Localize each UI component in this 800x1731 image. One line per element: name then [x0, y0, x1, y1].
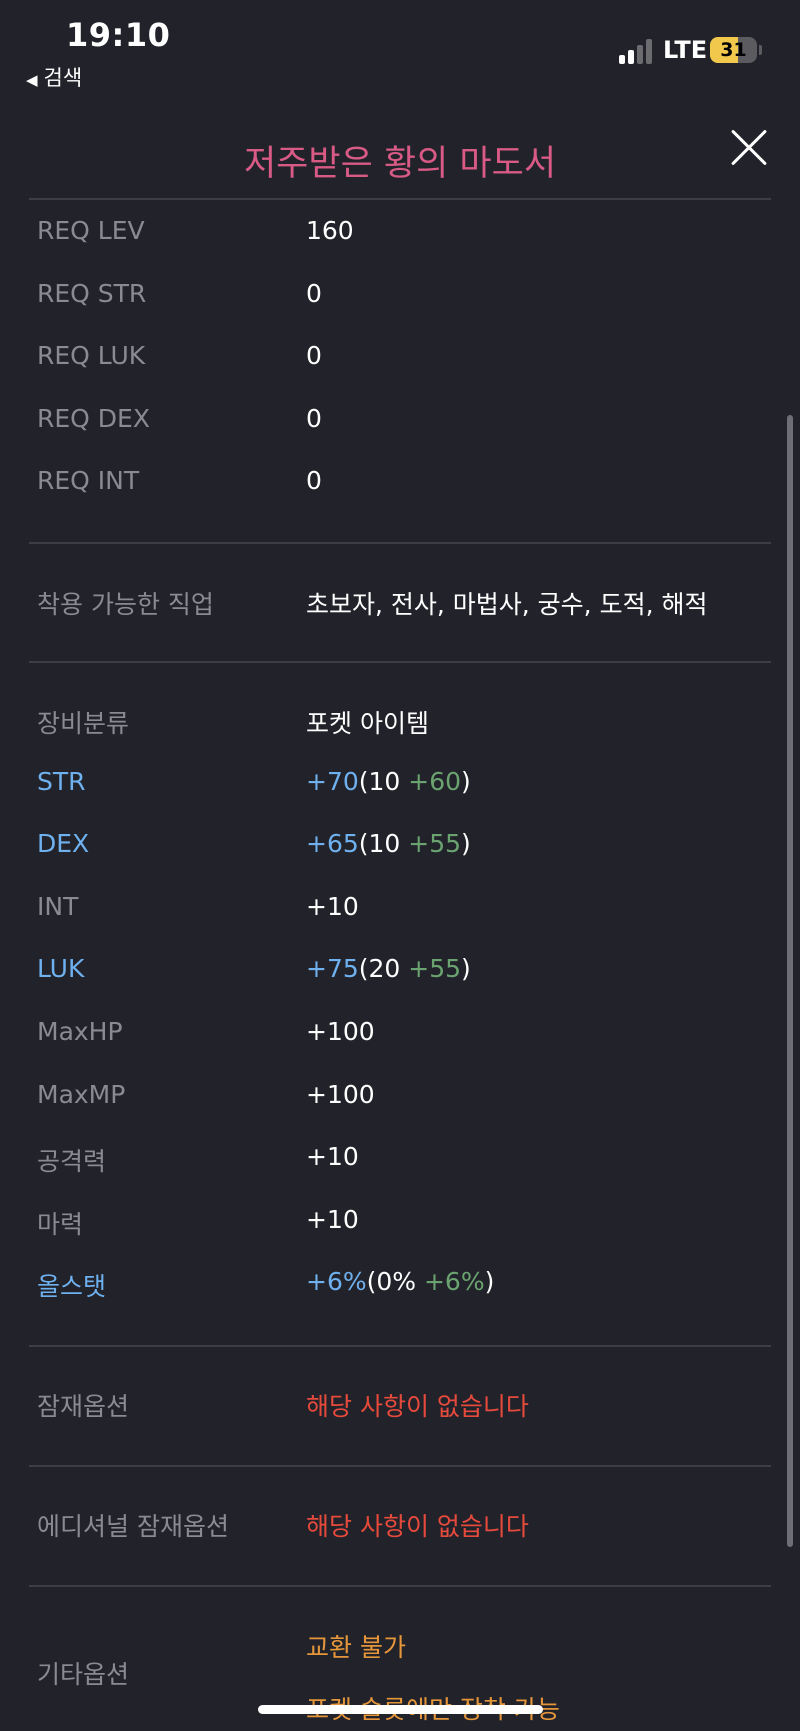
divider	[29, 1345, 771, 1347]
stat-value: +100	[306, 1017, 375, 1046]
jobs-row: 착용 가능한 직업 초보자, 전사, 마법사, 궁수, 도적, 해적	[0, 585, 800, 625]
stat-row-luk: LUK +75(20 +55)	[0, 954, 800, 994]
req-value: 0	[306, 466, 322, 495]
stat-total: +70	[306, 767, 359, 796]
req-row: REQ STR 0	[0, 279, 800, 319]
stat-label: MaxMP	[37, 1080, 126, 1109]
stat-value: +70(10 +60)	[306, 767, 471, 796]
potential-value: 해당 사항이 없습니다	[306, 1392, 529, 1421]
stat-row-magic: 마력 +10	[0, 1205, 800, 1245]
req-row: REQ LUK 0	[0, 341, 800, 381]
stat-value: +75(20 +55)	[306, 954, 471, 983]
stat-row-allstat: 올스탯 +6%(0% +6%)	[0, 1267, 800, 1307]
divider	[29, 1585, 771, 1587]
stat-base: (10	[358, 767, 409, 796]
req-value: 160	[306, 216, 354, 245]
stat-label: 마력	[37, 1210, 84, 1239]
req-row: REQ INT 0	[0, 466, 800, 506]
battery-tip	[759, 45, 762, 55]
stat-total: +6%	[306, 1267, 367, 1296]
stat-value: +6%(0% +6%)	[306, 1267, 494, 1296]
stat-bonus: +60	[408, 767, 462, 796]
status-time: 19:10	[66, 16, 171, 54]
back-arrow-icon: ◀	[26, 71, 38, 89]
additional-potential-row: 에디셔널 잠재옵션 해당 사항이 없습니다	[0, 1507, 800, 1547]
divider	[29, 542, 771, 544]
req-label: REQ DEX	[37, 404, 150, 433]
req-label: REQ LEV	[37, 216, 145, 245]
scrollbar[interactable]	[787, 415, 793, 1547]
stat-bonus: +55	[408, 954, 462, 983]
stat-close: )	[461, 767, 471, 796]
category-label: 장비분류	[37, 709, 130, 738]
jobs-value: 초보자, 전사, 마법사, 궁수, 도적, 해적	[306, 590, 708, 619]
stat-label: INT	[37, 892, 79, 921]
stat-row-str: STR +70(10 +60)	[0, 767, 800, 807]
back-label: 검색	[43, 66, 83, 90]
req-row: REQ DEX 0	[0, 404, 800, 444]
stat-label: MaxHP	[37, 1017, 123, 1046]
additional-potential-value: 해당 사항이 없습니다	[306, 1512, 529, 1541]
stat-base: (10	[358, 829, 409, 858]
stat-value: +65(10 +55)	[306, 829, 471, 858]
stat-bonus: +55	[408, 829, 462, 858]
stat-value: +10	[306, 892, 359, 921]
stat-value: +100	[306, 1080, 375, 1109]
stat-close: )	[461, 954, 471, 983]
divider	[29, 661, 771, 663]
signal-icon	[619, 38, 657, 64]
stat-base: (20	[358, 954, 409, 983]
stat-label: 공격력	[37, 1147, 107, 1176]
additional-potential-label: 에디셔널 잠재옵션	[37, 1512, 229, 1541]
etc-value: 교환 불가	[306, 1633, 406, 1662]
stat-row-attack: 공격력 +10	[0, 1142, 800, 1182]
stat-row-int: INT +10	[0, 892, 800, 932]
stat-close: )	[461, 829, 471, 858]
etc-row: 기타옵션 교환 불가	[0, 1628, 800, 1689]
battery-icon: 31	[710, 37, 757, 63]
stat-value: +10	[306, 1205, 359, 1234]
battery-level: 31	[720, 39, 747, 61]
req-label: REQ LUK	[37, 341, 146, 370]
network-type: LTE	[663, 36, 708, 64]
stat-bonus: +6%	[423, 1267, 485, 1296]
stat-total: +65	[306, 829, 359, 858]
stat-base: (0%	[366, 1267, 424, 1296]
category-row: 장비분류 포켓 아이템	[0, 704, 800, 744]
etc-label: 기타옵션	[37, 1660, 130, 1689]
stat-label: LUK	[37, 954, 85, 983]
stat-row-maxmp: MaxMP +100	[0, 1080, 800, 1120]
status-bar: 19:10 ◀ 검색 LTE 31	[0, 0, 800, 100]
stat-row-dex: DEX +65(10 +55)	[0, 829, 800, 869]
stat-row-maxhp: MaxHP +100	[0, 1017, 800, 1057]
category-value: 포켓 아이템	[306, 709, 429, 738]
req-value: 0	[306, 341, 322, 370]
stat-value: +10	[306, 1142, 359, 1171]
stat-label: STR	[37, 767, 86, 796]
stat-label: DEX	[37, 829, 90, 858]
req-label: REQ INT	[37, 466, 140, 495]
req-label: REQ STR	[37, 279, 147, 308]
divider	[29, 1465, 771, 1467]
divider	[29, 198, 771, 200]
back-to-search-button[interactable]: ◀ 검색	[26, 62, 82, 92]
req-value: 0	[306, 404, 322, 433]
stat-close: )	[484, 1267, 495, 1296]
potential-label: 잠재옵션	[37, 1392, 130, 1421]
jobs-label: 착용 가능한 직업	[37, 590, 214, 619]
item-title: 저주받은 황의 마도서	[243, 144, 557, 184]
home-indicator[interactable]	[258, 1705, 543, 1714]
req-row: REQ LEV 160	[0, 216, 800, 256]
close-icon[interactable]	[729, 128, 769, 168]
potential-row: 잠재옵션 해당 사항이 없습니다	[0, 1387, 800, 1427]
req-value: 0	[306, 279, 322, 308]
stat-total: +75	[306, 954, 359, 983]
stat-label: 올스탯	[37, 1272, 107, 1301]
